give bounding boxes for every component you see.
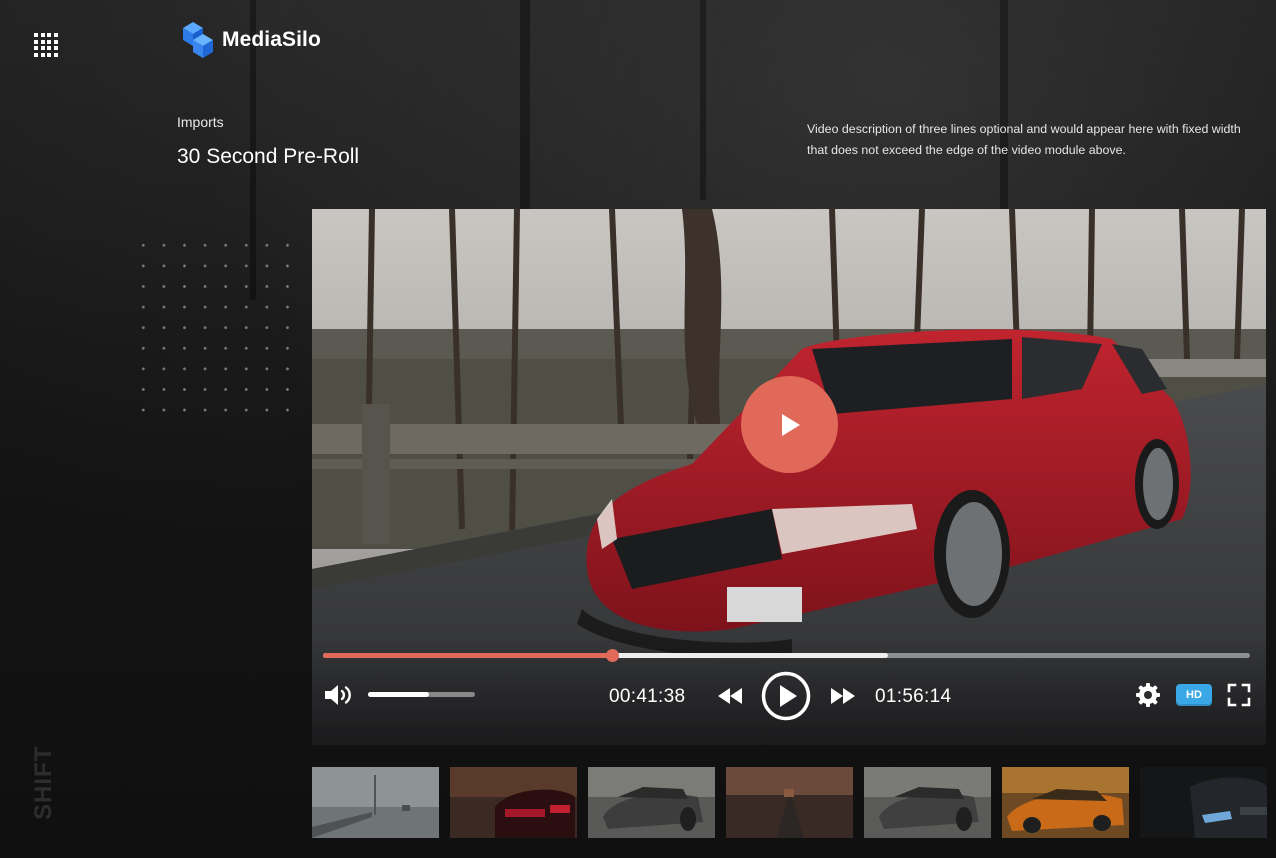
progress-bar[interactable] (323, 649, 1250, 662)
apps-grid-icon[interactable] (34, 33, 59, 58)
breadcrumb[interactable]: Imports (177, 114, 224, 130)
thumbnail-car-front-grey[interactable] (588, 767, 715, 838)
fast-forward-icon[interactable] (830, 687, 856, 705)
app-name: MediaSilo (222, 28, 321, 51)
rewind-icon[interactable] (717, 687, 743, 705)
thumbnail-road-sunset[interactable] (726, 767, 853, 838)
decorative-dot-grid (133, 235, 303, 421)
play-icon[interactable] (761, 671, 811, 721)
fullscreen-icon[interactable] (1227, 683, 1251, 707)
total-time: 01:56:14 (875, 686, 952, 707)
video-player[interactable]: 00:41:38 01:56:14 HD (312, 209, 1266, 745)
mediasilo-logo-icon (183, 22, 213, 58)
thumbnail-dark-car-headlight[interactable] (1140, 767, 1267, 838)
hd-quality-button[interactable]: HD (1176, 684, 1212, 706)
thumbnail-strip (312, 767, 1276, 838)
thumbnail-foggy-pier[interactable] (312, 767, 439, 838)
volume-level (368, 692, 429, 697)
thumbnail-red-car-taillights[interactable] (450, 767, 577, 838)
page-title: 30 Second Pre-Roll (177, 145, 360, 168)
volume-icon[interactable] (323, 683, 353, 707)
video-description: Video description of three lines optiona… (807, 122, 1241, 157)
play-circle-icon[interactable] (741, 376, 838, 473)
gear-icon[interactable] (1135, 682, 1161, 708)
app-logo[interactable]: MediaSilo (177, 20, 321, 60)
shift-watermark: SHIFT (30, 745, 57, 820)
thumbnail-car-front-grey-2[interactable] (864, 767, 991, 838)
progress-played (323, 653, 613, 658)
thumbnail-orange-car[interactable] (1002, 767, 1129, 838)
volume-slider[interactable] (368, 692, 475, 697)
current-time: 00:41:38 (609, 686, 686, 707)
